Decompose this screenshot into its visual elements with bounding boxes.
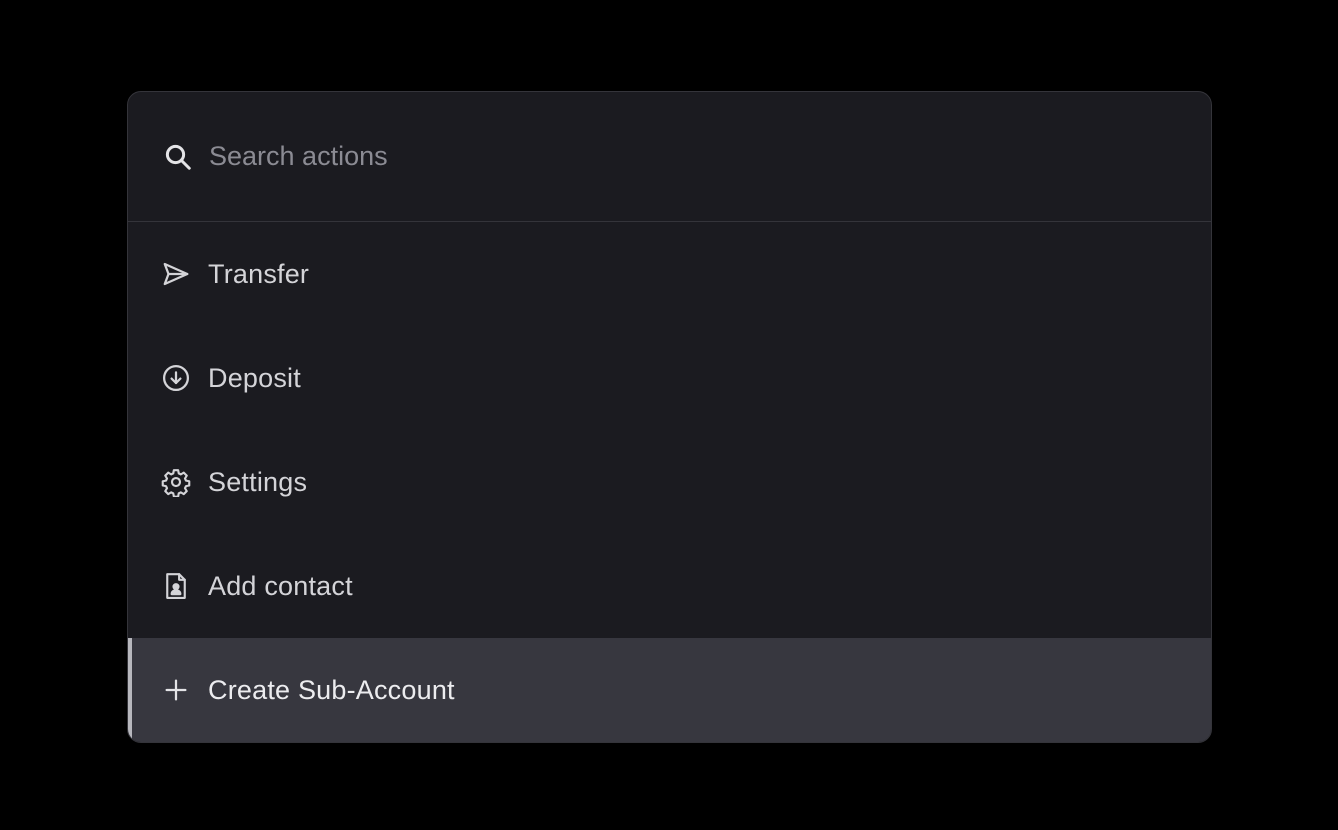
action-item-settings[interactable]: Settings xyxy=(128,430,1211,534)
action-label: Add contact xyxy=(208,570,353,601)
gear-icon xyxy=(161,467,191,497)
action-item-create-sub-account[interactable]: Create Sub-Account xyxy=(128,638,1211,742)
search-icon xyxy=(163,142,193,172)
action-label: Create Sub-Account xyxy=(208,674,455,705)
search-input[interactable] xyxy=(209,141,1109,172)
command-palette: Transfer Deposit Settings xyxy=(127,91,1212,743)
action-item-deposit[interactable]: Deposit xyxy=(128,326,1211,430)
send-icon xyxy=(161,259,191,289)
action-label: Deposit xyxy=(208,362,301,393)
action-label: Settings xyxy=(208,466,308,497)
action-list: Transfer Deposit Settings Add contact Cr… xyxy=(128,222,1211,742)
action-item-add-contact[interactable]: Add contact xyxy=(128,534,1211,638)
action-label: Transfer xyxy=(208,258,310,289)
search-bar xyxy=(128,92,1211,222)
plus-icon xyxy=(161,675,191,705)
contact-file-icon xyxy=(161,571,191,601)
action-item-transfer[interactable]: Transfer xyxy=(128,222,1211,326)
arrow-down-circle-icon xyxy=(161,363,191,393)
